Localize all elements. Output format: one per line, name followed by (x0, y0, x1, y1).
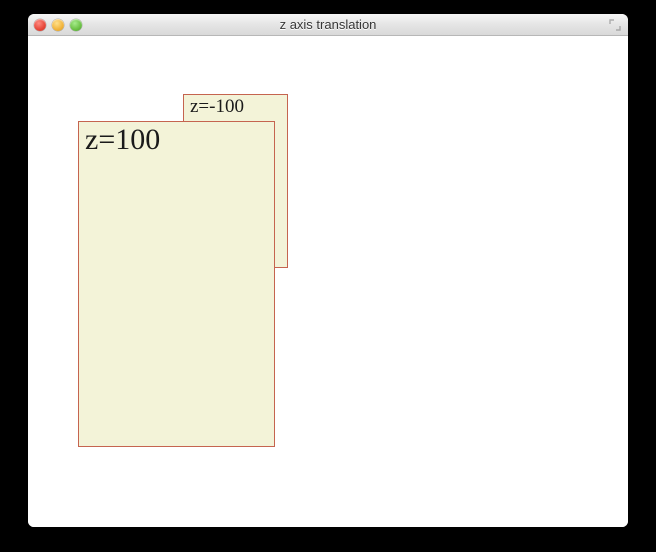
minimize-icon[interactable] (52, 19, 64, 31)
window-title: z axis translation (28, 17, 628, 32)
z-minus-100-label: z=-100 (190, 96, 244, 117)
fullscreen-icon[interactable] (608, 18, 622, 32)
window-titlebar[interactable]: z axis translation (28, 14, 628, 36)
app-window: z axis translation z=-100 z=100 (28, 14, 628, 527)
z-plus-100-box: z=100 (78, 121, 275, 447)
window-content: z=-100 z=100 (28, 36, 628, 527)
zoom-icon[interactable] (70, 19, 82, 31)
close-icon[interactable] (34, 19, 46, 31)
z-plus-100-label: z=100 (85, 123, 160, 156)
traffic-lights (34, 19, 82, 31)
